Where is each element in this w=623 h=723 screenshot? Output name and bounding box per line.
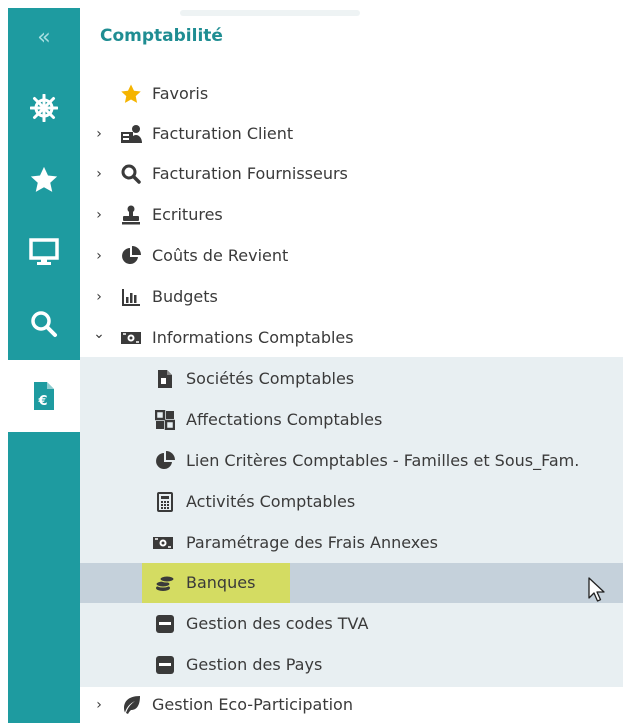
header-remnant [180,10,360,16]
menu-item-couts-de-revient[interactable]: › Coûts de Revient [80,236,623,276]
document-icon [154,369,176,389]
menu-item-facturation-client[interactable]: › Facturation Client [80,114,623,154]
chevron-right-icon: › [96,126,102,142]
tag-icon [154,614,176,634]
menu-item-favoris[interactable]: Favoris [80,74,623,114]
grid-icon [154,410,176,430]
mouse-cursor-icon [588,577,606,607]
submenu-item-frais-annexes[interactable]: Paramétrage des Frais Annexes [80,523,623,563]
chevron-right-icon: › [96,697,102,713]
bar-chart-icon [120,287,142,307]
menu-item-ecritures[interactable]: › Ecritures [80,195,623,235]
submenu-item-label: Activités Comptables [186,492,356,511]
stamp-icon [120,205,142,225]
page-title: Comptabilité [100,26,223,46]
submenu-item-label: Lien Critères Comptables - Familles et S… [186,451,580,470]
submenu-item-activites-comptables[interactable]: Activités Comptables [80,482,623,522]
pie-chart-icon [120,246,142,266]
star-icon [120,84,142,104]
star-icon[interactable] [8,150,80,210]
submenu-item-label: Paramétrage des Frais Annexes [186,533,438,552]
client-billing-icon [120,124,142,144]
chevron-right-icon: › [96,289,102,305]
menu-item-label: Budgets [152,287,218,306]
submenu-item-label: Gestion des codes TVA [186,614,369,633]
invoice-euro-icon[interactable]: € [8,360,80,432]
monitor-icon[interactable] [8,222,80,282]
menu-item-label: Informations Comptables [152,328,354,347]
chevron-right-icon: › [96,207,102,223]
search-icon [120,164,142,184]
menu-item-budgets[interactable]: › Budgets [80,277,623,317]
helm-icon[interactable] [8,78,80,138]
coins-icon [154,573,176,593]
icon-rail: « € [8,8,80,723]
menu-panel: Comptabilité Favoris › Facturation Clien… [80,8,623,723]
calculator-icon [154,492,176,512]
menu-item-informations-comptables[interactable]: ⌄ Informations Comptables [80,318,623,358]
money-icon [152,533,174,553]
pie-chart-icon [154,451,176,471]
submenu-item-banques[interactable]: Banques [80,563,623,603]
submenu-item-gestion-pays[interactable]: Gestion des Pays [80,645,623,685]
submenu-item-label: Gestion des Pays [186,655,323,674]
submenu-item-label: Sociétés Comptables [186,369,355,388]
submenu-item-affectations-comptables[interactable]: Affectations Comptables [80,400,623,440]
svg-text:€: € [37,394,47,409]
menu-item-label: Coûts de Revient [152,246,289,265]
submenu-item-codes-tva[interactable]: Gestion des codes TVA [80,604,623,644]
search-icon[interactable] [8,294,80,354]
collapse-icon[interactable]: « [8,22,80,52]
chevron-right-icon: › [96,166,102,182]
menu-item-eco-participation[interactable]: › Gestion Eco-Participation [80,685,623,723]
menu-item-facturation-fournisseurs[interactable]: › Facturation Fournisseurs [80,154,623,194]
tag-icon [154,655,176,675]
submenu-item-societes-comptables[interactable]: Sociétés Comptables [80,359,623,399]
chevron-right-icon: › [96,248,102,264]
chevron-down-icon: ⌄ [93,326,105,342]
submenu-item-lien-criteres[interactable]: Lien Critères Comptables - Familles et S… [80,441,623,481]
menu-item-label: Gestion Eco-Participation [152,695,353,714]
submenu-item-label: Affectations Comptables [186,410,383,429]
menu-item-label: Favoris [152,84,209,103]
money-icon [120,328,142,348]
menu-item-label: Facturation Client [152,124,294,143]
menu-item-label: Ecritures [152,205,223,224]
menu-item-label: Facturation Fournisseurs [152,164,348,183]
leaf-icon [120,695,142,715]
submenu-item-label: Banques [186,573,256,592]
